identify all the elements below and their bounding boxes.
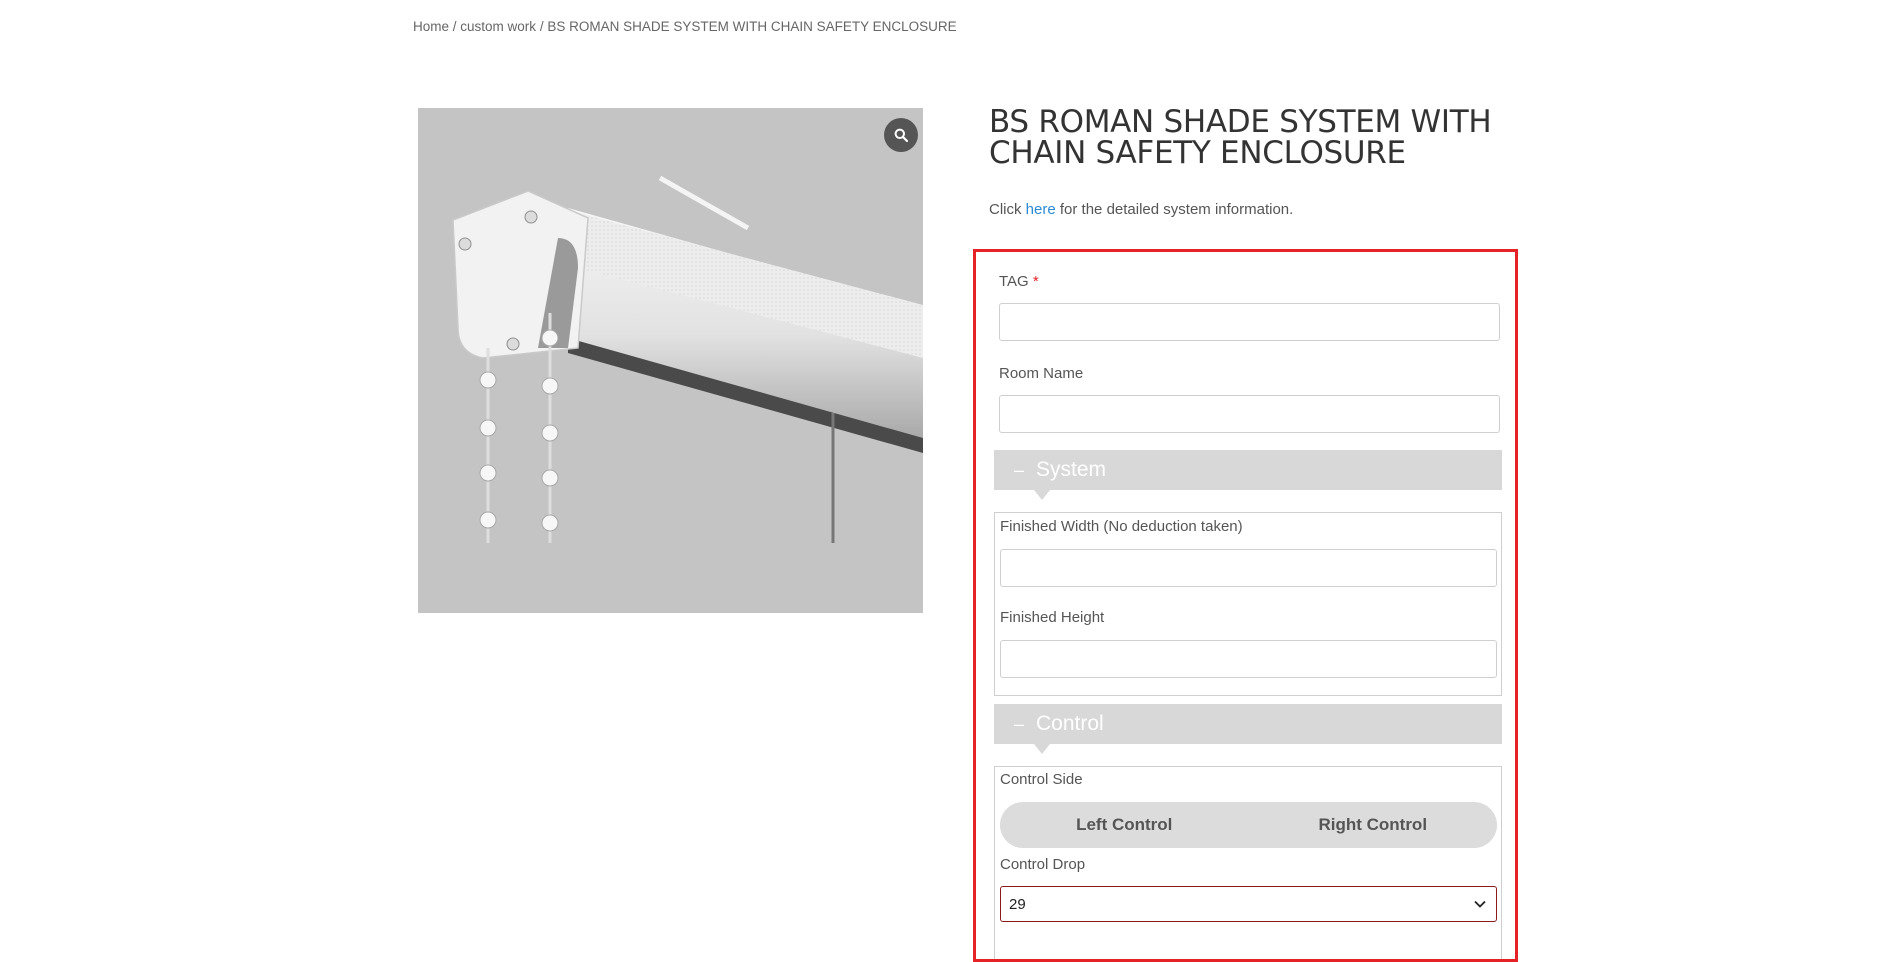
product-title: BS ROMAN SHADE SYSTEM WITH CHAIN SAFETY … [989, 104, 1492, 171]
breadcrumb-category-link[interactable]: custom work [460, 19, 536, 34]
system-section-body: Finished Width (No deduction taken) Fini… [994, 512, 1502, 696]
finished-height-label: Finished Height [1000, 609, 1105, 626]
system-section-title: System [1036, 458, 1107, 481]
tag-label: TAG * [999, 273, 1039, 290]
finished-width-input[interactable] [1000, 549, 1497, 587]
breadcrumb: Home / custom work / BS ROMAN SHADE SYST… [413, 19, 957, 34]
product-image[interactable] [418, 108, 923, 613]
chevron-down-icon [1474, 900, 1486, 908]
room-name-input[interactable] [999, 395, 1500, 433]
control-drop-value: 29 [1009, 895, 1026, 913]
control-section-title: Control [1036, 712, 1104, 735]
system-section-header[interactable]: – System [994, 450, 1502, 500]
section-pointer [1034, 490, 1050, 500]
collapse-icon: – [1014, 714, 1025, 734]
left-control-option[interactable]: Left Control [1000, 802, 1249, 848]
tag-input[interactable] [999, 303, 1500, 341]
breadcrumb-current: BS ROMAN SHADE SYSTEM WITH CHAIN SAFETY … [547, 19, 957, 34]
room-name-label: Room Name [999, 365, 1084, 382]
order-form-panel: TAG * Room Name – System Finished Width (… [973, 249, 1518, 962]
control-section-header[interactable]: – Control [994, 704, 1502, 754]
right-control-option[interactable]: Right Control [1249, 802, 1498, 848]
breadcrumb-home-link[interactable]: Home [413, 19, 449, 34]
finished-height-input[interactable] [1000, 640, 1497, 678]
breadcrumb-separator: / [449, 19, 461, 34]
finished-width-label: Finished Width (No deduction taken) [1000, 518, 1243, 535]
control-drop-select[interactable]: 29 [1000, 886, 1497, 922]
section-pointer [1034, 744, 1050, 754]
roman-shade-headrail-illustration [452, 175, 923, 543]
collapse-icon: – [1014, 460, 1025, 480]
system-info-link[interactable]: here [1026, 201, 1056, 218]
system-info-text: Click here for the detailed system infor… [989, 201, 1294, 218]
magnifier-icon [894, 128, 908, 142]
control-side-toggle: Left Control Right Control [1000, 802, 1497, 848]
control-side-label: Control Side [1000, 771, 1083, 788]
breadcrumb-separator: / [536, 19, 548, 34]
required-asterisk: * [1032, 273, 1039, 290]
zoom-button[interactable] [884, 118, 918, 152]
control-drop-label: Control Drop [1000, 856, 1086, 873]
